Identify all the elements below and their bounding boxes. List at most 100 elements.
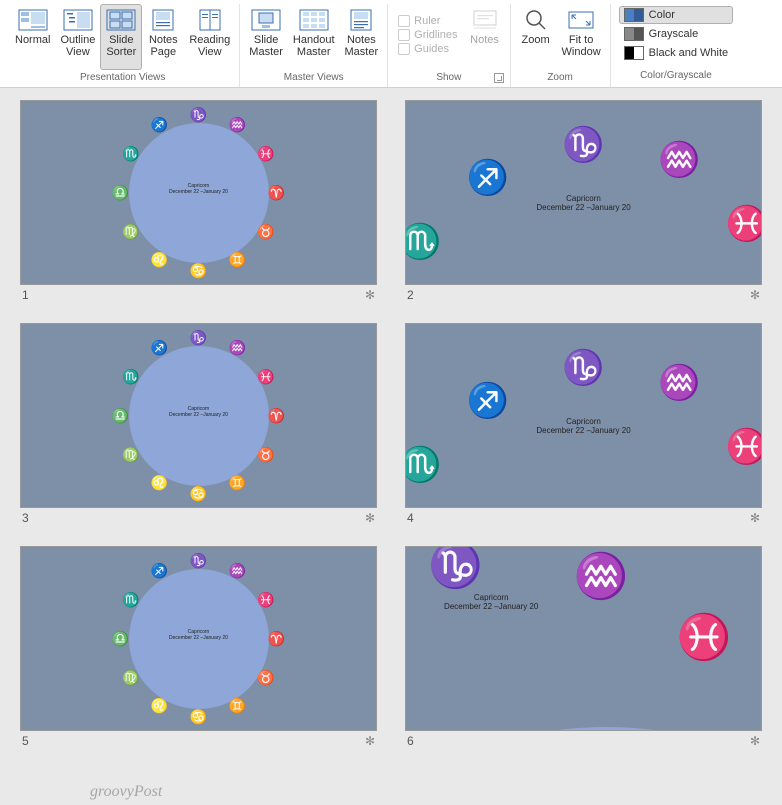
fit-window-button[interactable]: Fit to Window — [557, 4, 606, 70]
notes-page-button[interactable]: Notes Page — [142, 4, 184, 70]
zodiac-aquarius-icon: ♒ — [229, 116, 246, 133]
outline-icon — [62, 8, 94, 32]
notes-page-label: Notes Page — [149, 34, 178, 58]
group-master-views: Slide Master Handout Master Notes Master… — [240, 4, 388, 87]
slide-master-button[interactable]: Slide Master — [244, 4, 288, 70]
black-white-button[interactable]: Black and White — [619, 44, 733, 62]
group-color-grayscale: Color Grayscale Black and White Color/Gr… — [611, 4, 741, 87]
zodiac-capricorn-icon: ♑ — [562, 348, 604, 388]
normal-icon — [17, 8, 49, 32]
zoom-label: Zoom — [521, 34, 549, 46]
zodiac-sagittarius-icon: ♐ — [151, 116, 168, 133]
zodiac-scorpio-icon: ♏ — [405, 445, 441, 485]
zodiac-cancer-icon: ♋ — [190, 708, 207, 725]
zodiac-capricorn-icon: ♑ — [190, 106, 207, 123]
animation-star-icon: ✻ — [750, 288, 760, 302]
handout-master-button[interactable]: Handout Master — [288, 4, 340, 70]
slide-master-label: Slide Master — [249, 34, 283, 58]
slide-text: CapricornDecember 22 –January 20 — [444, 593, 538, 611]
zodiac-cancer-icon: ♋ — [190, 262, 207, 279]
zodiac-scorpio-icon: ♏ — [405, 222, 441, 262]
group-label-show: Show — [392, 70, 505, 85]
group-presentation-views: Normal Outline View Slide Sorter Notes P… — [6, 4, 240, 87]
zodiac-scorpio-icon: ♏ — [122, 591, 139, 608]
slide-number: 1 — [22, 288, 29, 302]
zoom-icon — [520, 8, 552, 32]
zodiac-aquarius-icon: ♒ — [658, 363, 700, 403]
animation-star-icon: ✻ — [750, 734, 760, 748]
notes-button: Notes — [464, 4, 506, 70]
checkbox-icon — [398, 43, 410, 55]
guides-checkbox: Guides — [398, 43, 457, 55]
slide-canvas: ♑ ♒ ♓ ♐ ♏ CapricornDecember 22 –January 20 — [405, 323, 762, 508]
slide-text: CapricornDecember 22 –January 20 — [169, 406, 228, 418]
normal-view-button[interactable]: Normal — [10, 4, 55, 70]
zodiac-capricorn-icon: ♑ — [190, 329, 207, 346]
zodiac-gemini-icon: ♊ — [229, 252, 246, 269]
zodiac-pisces-icon: ♓ — [257, 145, 274, 162]
slide-text: CapricornDecember 22 –January 20 — [169, 629, 228, 641]
zodiac-pisces-icon: ♓ — [677, 611, 732, 663]
group-label-presentation: Presentation Views — [10, 70, 235, 85]
animation-star-icon: ✻ — [750, 511, 760, 525]
zodiac-aries-icon: ♈ — [268, 184, 285, 201]
zodiac-scorpio-icon: ♏ — [122, 145, 139, 162]
sorter-label: Slide Sorter — [106, 34, 136, 58]
zodiac-capricorn-icon: ♑ — [428, 546, 483, 591]
zodiac-aquarius-icon: ♒ — [658, 140, 700, 180]
animation-star-icon: ✻ — [365, 288, 375, 302]
zodiac-leo-icon: ♌ — [151, 698, 168, 715]
color-button[interactable]: Color — [619, 6, 733, 24]
group-show: Ruler Gridlines Guides Notes Show — [388, 4, 510, 87]
slide-text: CapricornDecember 22 –January 20 — [536, 417, 630, 435]
slide-text: CapricornDecember 22 –January 20 — [169, 183, 228, 195]
color-swatch-icon — [624, 8, 644, 22]
notes-label: Notes — [470, 34, 499, 46]
group-label-color: Color/Grayscale — [615, 68, 737, 83]
animation-star-icon: ✻ — [365, 734, 375, 748]
zodiac-sagittarius-icon: ♐ — [151, 339, 168, 356]
slide-canvas: ♑♒♓CapricornDecember 22 –January 20 — [405, 546, 762, 731]
slide-number: 5 — [22, 734, 29, 748]
reading-icon — [194, 8, 226, 32]
gridlines-checkbox: Gridlines — [398, 29, 457, 41]
zodiac-scorpio-icon: ♏ — [122, 368, 139, 385]
zodiac-pisces-icon: ♓ — [726, 427, 762, 467]
normal-label: Normal — [15, 34, 50, 46]
checkbox-icon — [398, 15, 410, 27]
outline-view-button[interactable]: Outline View — [55, 4, 100, 70]
notes-icon — [469, 8, 501, 32]
zoom-button[interactable]: Zoom — [515, 4, 557, 70]
zodiac-taurus-icon: ♉ — [257, 223, 274, 240]
notes-master-button[interactable]: Notes Master — [340, 4, 384, 70]
ruler-checkbox: Ruler — [398, 15, 457, 27]
zodiac-sagittarius-icon: ♐ — [466, 381, 508, 421]
grayscale-button[interactable]: Grayscale — [619, 25, 733, 43]
zodiac-taurus-icon: ♉ — [257, 669, 274, 686]
show-launcher-icon[interactable] — [494, 73, 504, 83]
zodiac-aquarius-icon: ♒ — [229, 562, 246, 579]
notes-page-icon — [147, 8, 179, 32]
reading-view-button[interactable]: Reading View — [184, 4, 235, 70]
zodiac-capricorn-icon: ♑ — [190, 552, 207, 569]
zodiac-aries-icon: ♈ — [268, 630, 285, 647]
slide-thumbnail[interactable]: ♑♒♓CapricornDecember 22 –January 20 6✻ — [405, 546, 762, 751]
slide-thumbnail[interactable]: ♑♒♓♈♉♊♋♌♍♎♏♐CapricornDecember 22 –Januar… — [20, 546, 377, 751]
checkbox-icon — [398, 29, 410, 41]
slide-thumbnail[interactable]: ♑♒♓♈♉♊♋♌♍♎♏♐CapricornDecember 22 –Januar… — [20, 323, 377, 528]
handout-master-icon — [298, 8, 330, 32]
zodiac-virgo-icon: ♍ — [122, 669, 139, 686]
slide-sorter-button[interactable]: Slide Sorter — [100, 4, 142, 70]
sorter-icon — [105, 8, 137, 32]
slide-sorter-workspace[interactable]: ♑ ♒ ♓ ♈ ♉ ♊ ♋ ♌ ♍ ♎ ♏ ♐ CapricornDecember 22 –Januar… — [0, 88, 782, 788]
group-label-zoom: Zoom — [515, 70, 606, 85]
slide-canvas: ♑♒♓♈♉♊♋♌♍♎♏♐CapricornDecember 22 –Januar… — [20, 323, 377, 508]
slide-number: 3 — [22, 511, 29, 525]
slide-thumbnail[interactable]: ♑♒♓♈♉♊♋♌♍♎♏♐CapricornDecember 22 –Januar… — [20, 100, 377, 305]
zodiac-virgo-icon: ♍ — [122, 223, 139, 240]
slide-thumbnail[interactable]: ♑♒♓♐♏CapricornDecember 22 –January 20 4✻ — [405, 323, 762, 528]
slide-thumbnail[interactable]: ♑♒♓♐♏CapricornDecember 22 –January 20 2✻ — [405, 100, 762, 305]
zodiac-libra-icon: ♎ — [112, 407, 129, 424]
zodiac-leo-icon: ♌ — [151, 252, 168, 269]
outline-label: Outline View — [60, 34, 95, 58]
